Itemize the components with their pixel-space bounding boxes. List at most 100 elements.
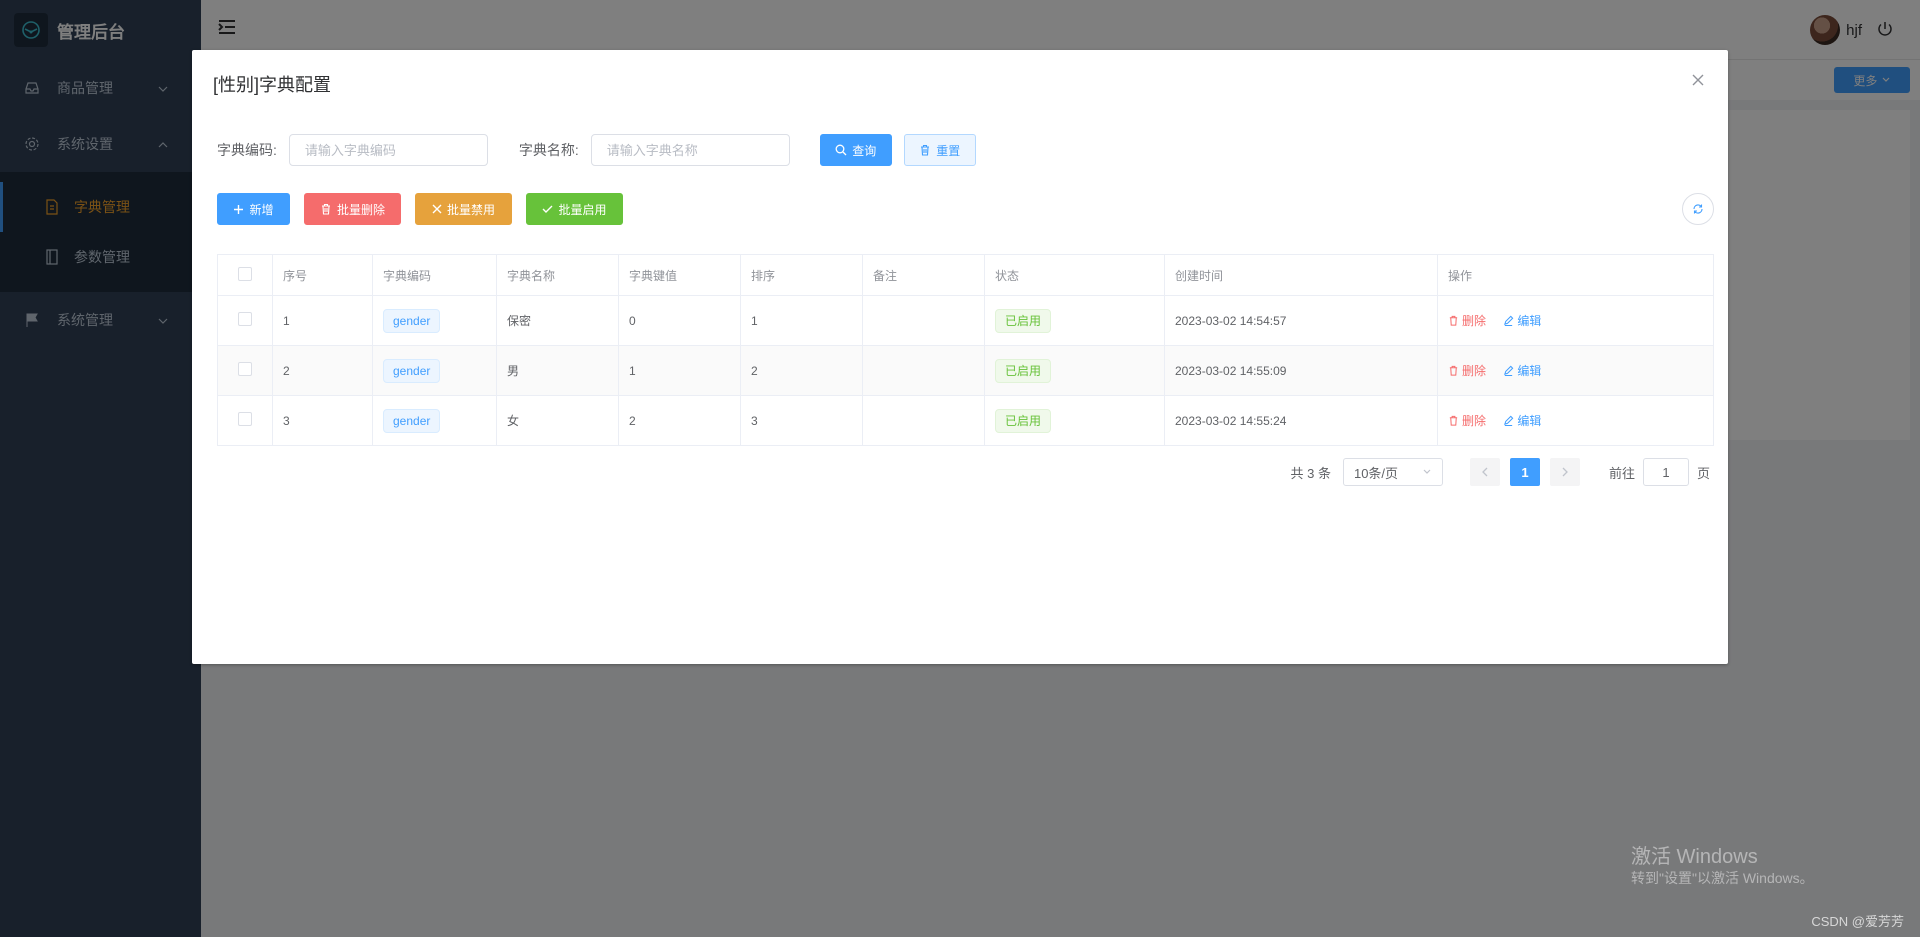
trash-icon	[1449, 365, 1458, 376]
cell-name: 女	[496, 395, 619, 446]
page-size-value: 10条/页	[1353, 465, 1399, 481]
reset-button[interactable]: 重置	[903, 134, 976, 166]
table-row: 3 gender 女 2 3 已启用 2023-03-02 14:55:24 删…	[217, 395, 1714, 446]
check-icon	[542, 205, 553, 213]
name-input[interactable]	[590, 134, 790, 166]
search-icon	[835, 144, 847, 156]
plus-icon	[234, 204, 244, 214]
add-button[interactable]: 新增	[217, 193, 290, 225]
cell-created: 2023-03-02 14:54:57	[1164, 295, 1438, 346]
table-row: 1 gender 保密 0 1 已启用 2023-03-02 14:54:57 …	[217, 295, 1714, 346]
cell-index: 1	[272, 295, 373, 346]
cell-name: 男	[496, 345, 619, 396]
cell-value: 0	[618, 295, 741, 346]
goto-input[interactable]: 1	[1642, 458, 1689, 486]
edit-label: 编辑	[1517, 314, 1542, 328]
column-header: 字典名称	[496, 254, 619, 296]
page-suffix: 页	[1696, 465, 1710, 481]
row-checkbox[interactable]	[238, 412, 252, 426]
column-header: 状态	[984, 254, 1165, 296]
status-badge: 已启用	[995, 308, 1052, 333]
reset-label: 重置	[936, 143, 961, 158]
close-icon[interactable]	[1688, 70, 1708, 90]
chevron-down-icon	[1423, 469, 1431, 474]
delete-button[interactable]: 删除	[1448, 312, 1486, 329]
code-label: 字典编码:	[217, 142, 277, 158]
delete-button[interactable]: 删除	[1448, 412, 1486, 429]
refresh-icon	[1693, 204, 1703, 214]
trash-icon	[1449, 415, 1458, 426]
windows-activation-title: 激活 Windows	[1631, 846, 1758, 868]
dictionary-table: 序号 字典编码 字典名称 字典键值 排序 备注 状态 创建时间 操作 1 gen…	[217, 254, 1714, 446]
cell-sort: 2	[740, 345, 863, 396]
name-label: 字典名称:	[518, 142, 579, 158]
page-jumper: 前往 1 页	[1609, 458, 1710, 486]
cell-remark	[862, 395, 985, 446]
goto-label: 前往	[1608, 465, 1635, 481]
toolbar: 新增 批量删除 批量禁用 批量启用	[217, 193, 623, 225]
delete-label: 删除	[1462, 364, 1487, 378]
column-header: 字典键值	[618, 254, 741, 296]
delete-label: 删除	[1462, 314, 1487, 328]
status-badge: 已启用	[995, 358, 1052, 383]
column-header: 排序	[740, 254, 863, 296]
cell-value: 2	[618, 395, 741, 446]
cell-created: 2023-03-02 14:55:09	[1164, 345, 1438, 396]
column-header: 备注	[862, 254, 985, 296]
cell-index: 3	[272, 395, 373, 446]
query-button[interactable]: 查询	[819, 134, 892, 166]
cell-created: 2023-03-02 14:55:24	[1164, 395, 1438, 446]
edit-button[interactable]: 编辑	[1503, 362, 1541, 379]
column-header: 序号	[272, 254, 373, 296]
edit-button[interactable]: 编辑	[1503, 312, 1541, 329]
chevron-left-icon	[1482, 467, 1488, 477]
cell-remark	[862, 295, 985, 346]
status-badge: 已启用	[995, 408, 1052, 433]
column-header: 创建时间	[1164, 254, 1438, 296]
row-checkbox[interactable]	[238, 312, 252, 326]
next-page-button[interactable]	[1549, 458, 1580, 486]
code-tag: gender	[383, 308, 441, 333]
edit-label: 编辑	[1517, 364, 1542, 378]
cell-sort: 1	[740, 295, 863, 346]
batch-delete-label: 批量删除	[336, 202, 385, 217]
cell-name: 保密	[496, 295, 619, 346]
page-number[interactable]: 1	[1509, 458, 1540, 486]
batch-enable-label: 批量启用	[558, 202, 607, 217]
add-label: 新增	[249, 202, 274, 217]
table-row: 2 gender 男 1 2 已启用 2023-03-02 14:55:09 删…	[217, 345, 1714, 396]
edit-icon	[1504, 315, 1514, 326]
trash-icon	[921, 144, 930, 156]
edit-button[interactable]: 编辑	[1503, 412, 1541, 429]
dictionary-config-dialog: [性别]字典配置 字典编码: 字典名称: 查询 重置 新增 批量删除 批量禁用	[192, 50, 1728, 664]
cell-sort: 3	[740, 395, 863, 446]
column-header: 操作	[1437, 254, 1714, 296]
page-size-select[interactable]: 10条/页	[1342, 458, 1443, 486]
table-header-row: 序号 字典编码 字典名称 字典键值 排序 备注 状态 创建时间 操作	[217, 254, 1714, 296]
windows-activation-subtitle: 转到"设置"以激活 Windows。	[1631, 870, 1814, 886]
search-form: 字典编码: 字典名称: 查询 重置	[217, 134, 976, 166]
cell-value: 1	[618, 345, 741, 396]
prev-page-button[interactable]	[1469, 458, 1500, 486]
batch-disable-label: 批量禁用	[446, 202, 495, 217]
batch-enable-button[interactable]: 批量启用	[526, 193, 623, 225]
code-tag: gender	[383, 358, 441, 383]
dialog-title: [性别]字典配置	[213, 75, 332, 95]
cell-index: 2	[272, 345, 373, 396]
query-label: 查询	[852, 143, 877, 158]
delete-label: 删除	[1462, 414, 1487, 428]
code-input[interactable]	[288, 134, 488, 166]
edit-icon	[1504, 365, 1514, 376]
csdn-watermark: CSDN @爱芳芳	[1811, 914, 1904, 929]
delete-button[interactable]: 删除	[1448, 362, 1486, 379]
row-checkbox[interactable]	[238, 362, 252, 376]
refresh-button[interactable]	[1682, 193, 1714, 225]
chevron-right-icon	[1562, 467, 1568, 477]
select-all-checkbox[interactable]	[238, 266, 252, 281]
trash-icon	[1449, 315, 1458, 326]
edit-icon	[1504, 415, 1514, 426]
batch-delete-button[interactable]: 批量删除	[304, 193, 401, 225]
batch-disable-button[interactable]: 批量禁用	[415, 193, 512, 225]
trash-icon	[321, 203, 330, 215]
code-tag: gender	[383, 408, 441, 433]
